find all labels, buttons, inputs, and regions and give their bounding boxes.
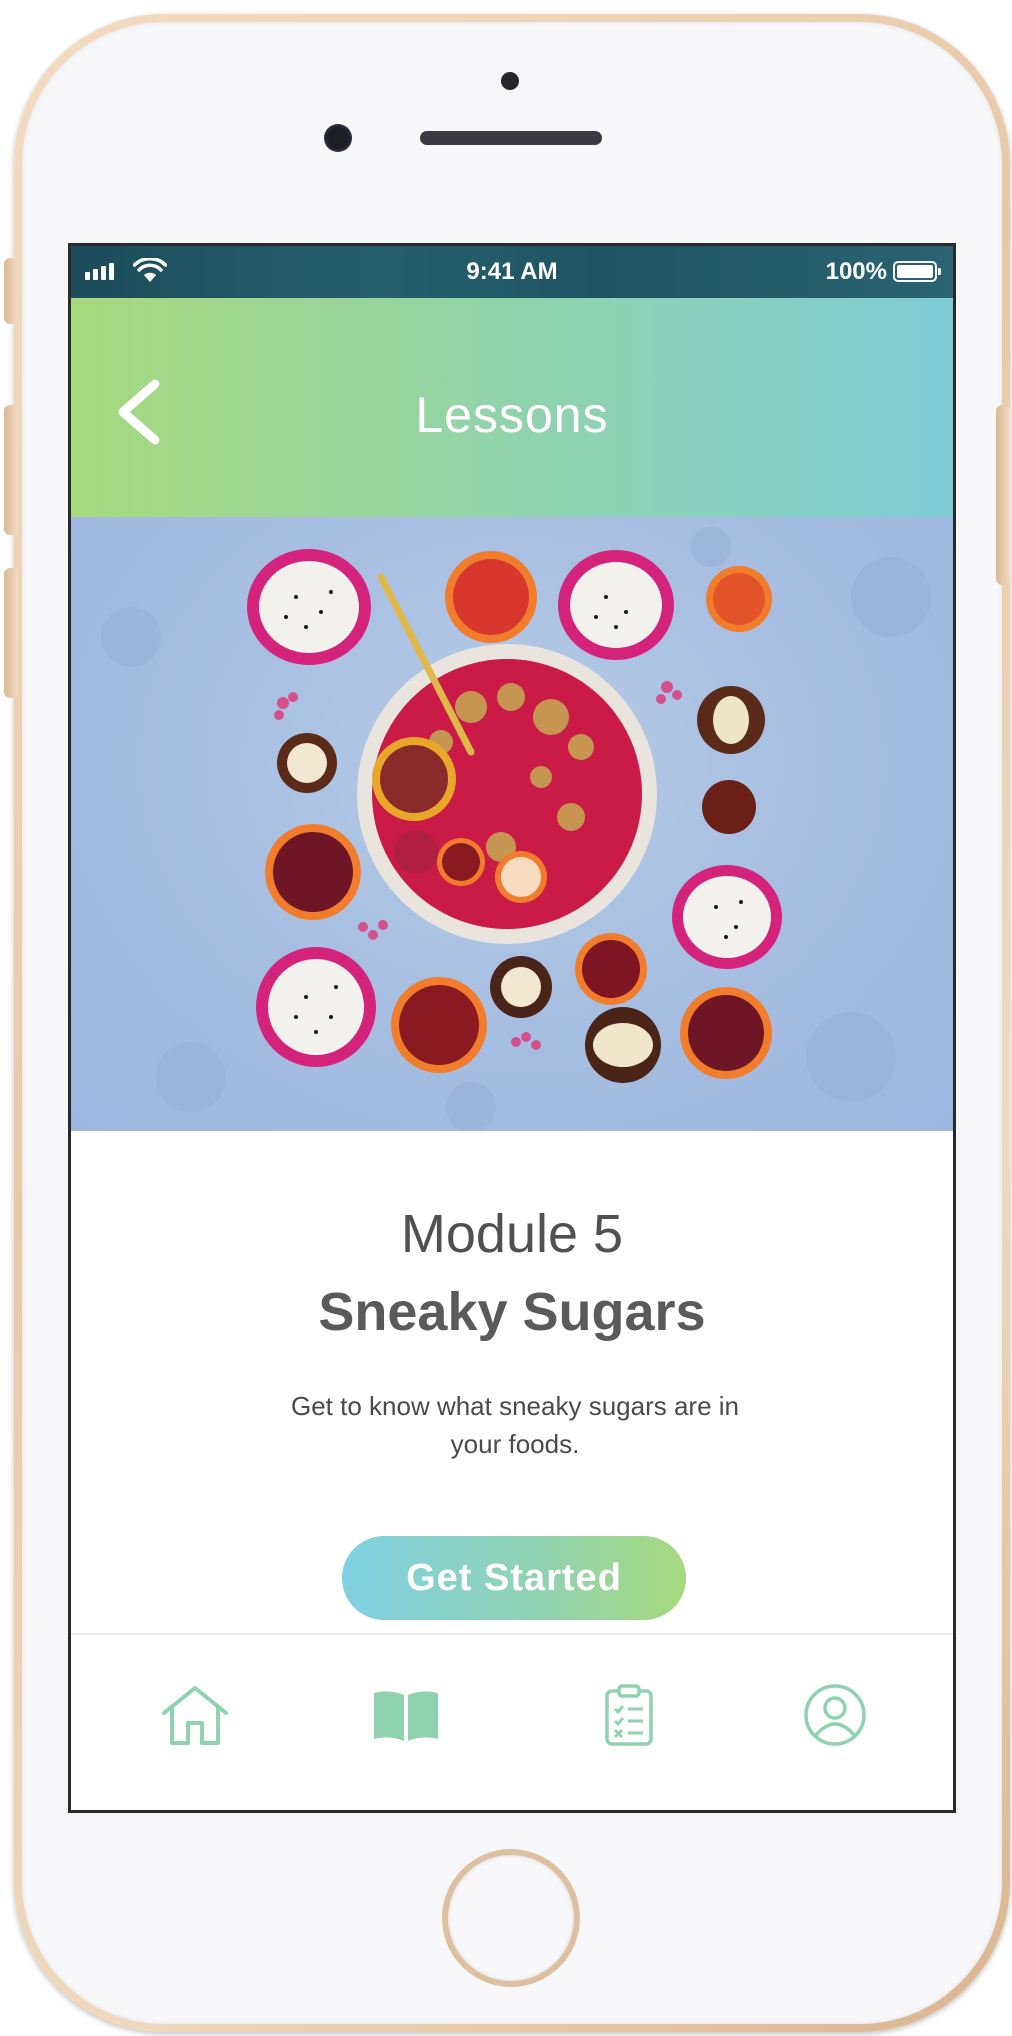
module-label: Module 5 xyxy=(400,1204,624,1264)
tab-tasks[interactable] xyxy=(589,1675,669,1755)
tab-home[interactable] xyxy=(155,1675,235,1755)
power-button xyxy=(996,405,1010,585)
tab-bar xyxy=(71,1633,953,1810)
earpiece-speaker xyxy=(420,131,602,145)
volume-up-button xyxy=(4,405,18,535)
book-icon xyxy=(374,1691,438,1741)
tab-profile[interactable] xyxy=(795,1675,875,1755)
app-screen: 9:41 AM 100% Lessons Module 5 Sneaky Sug… xyxy=(68,243,956,1813)
battery-icon xyxy=(893,261,941,282)
home-button[interactable] xyxy=(442,1849,580,1987)
status-time: 9:41 AM xyxy=(466,258,558,285)
battery-percent: 100% xyxy=(825,258,887,285)
front-camera xyxy=(324,124,352,152)
page-title: Lessons xyxy=(415,387,609,443)
proximity-sensor xyxy=(501,72,519,90)
lesson-description: Get to know what sneaky sugars are in yo… xyxy=(290,1391,739,1459)
fruit-bowl-illustration xyxy=(101,527,931,1131)
clipboard-checklist-icon xyxy=(605,1684,653,1746)
home-icon xyxy=(162,1686,228,1745)
status-bar: 9:41 AM 100% xyxy=(71,246,953,298)
get-started-button[interactable]: Get Started xyxy=(342,1536,686,1620)
mute-switch xyxy=(4,258,18,324)
lesson-title: Sneaky Sugars xyxy=(318,1282,706,1342)
profile-icon xyxy=(804,1684,866,1746)
tab-lessons[interactable] xyxy=(366,1675,446,1755)
volume-down-button xyxy=(4,568,18,698)
hero-image xyxy=(71,517,953,1131)
app-header: Lessons xyxy=(71,298,953,517)
